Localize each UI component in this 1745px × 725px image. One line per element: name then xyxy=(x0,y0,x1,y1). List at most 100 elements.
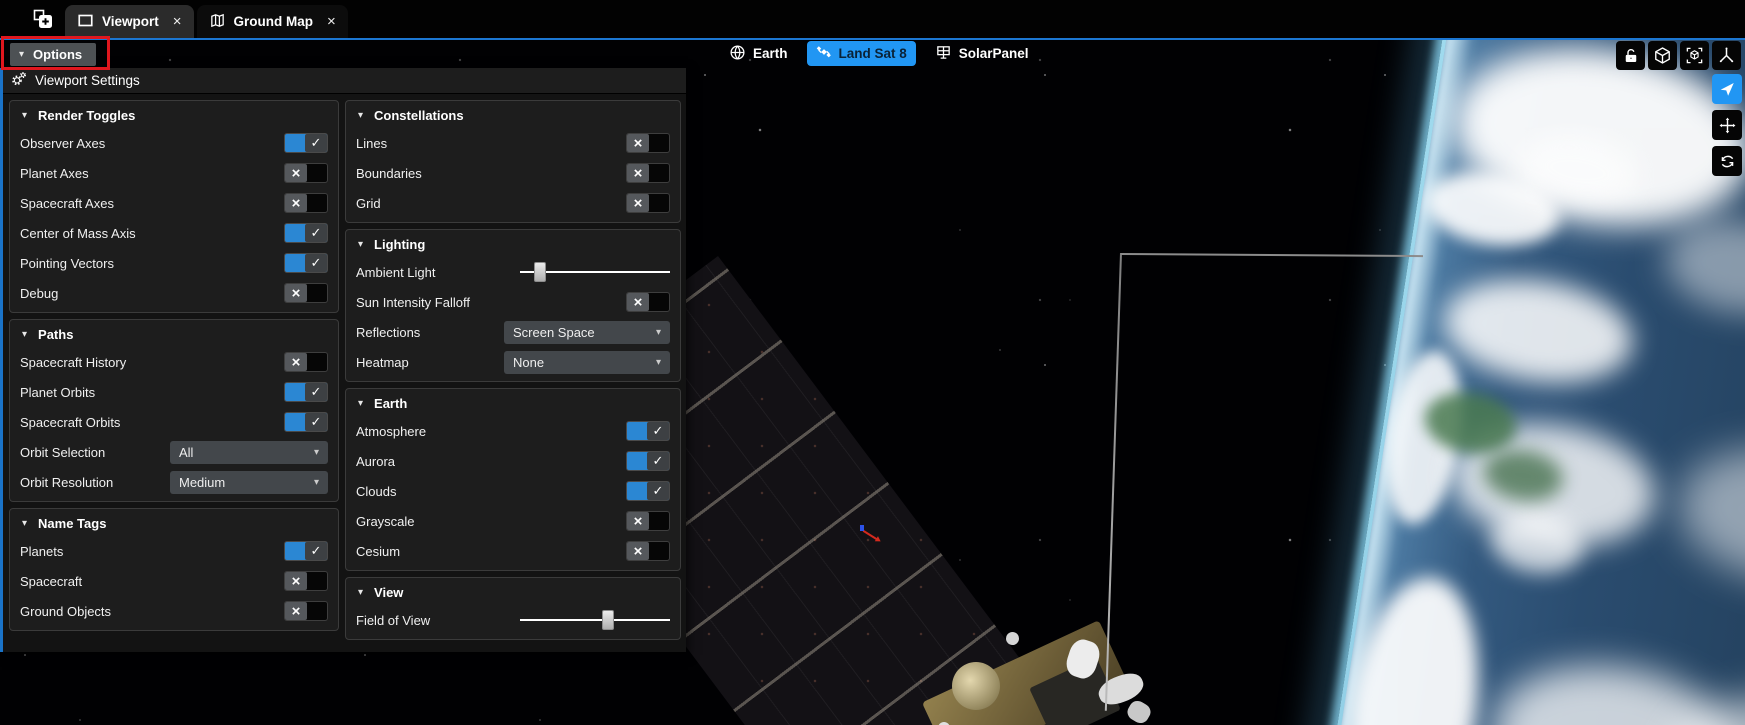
collapse-caret-icon[interactable]: ▾ xyxy=(22,329,27,340)
row-label: Cesium xyxy=(356,544,400,559)
toggle-grid[interactable]: × xyxy=(626,193,670,213)
select-reflections[interactable]: Screen Space▾ xyxy=(504,321,670,344)
collapse-caret-icon[interactable]: ▾ xyxy=(358,110,363,121)
collapse-caret-icon[interactable]: ▾ xyxy=(358,239,363,250)
close-tab-icon[interactable]: × xyxy=(327,13,336,30)
tab-ground-map[interactable]: Ground Map × xyxy=(197,5,348,38)
toggle-atmosphere[interactable]: ✓ xyxy=(626,421,670,441)
section-name-tags: ▾Name TagsPlanets✓Spacecraft×Ground Obje… xyxy=(9,508,339,631)
toggle-planets[interactable]: ✓ xyxy=(284,541,328,561)
slider-thumb[interactable] xyxy=(534,262,546,282)
x-icon: × xyxy=(627,512,649,530)
chevron-down-icon: ▾ xyxy=(314,477,319,488)
x-icon: × xyxy=(285,194,307,212)
tab-viewport[interactable]: Viewport × xyxy=(65,5,194,38)
section-view: ▾ViewField of View xyxy=(345,577,681,640)
toggle-planet-axes[interactable]: × xyxy=(284,163,328,183)
select-orbit-resolution[interactable]: Medium▾ xyxy=(170,471,328,494)
collapse-caret-icon[interactable]: ▾ xyxy=(358,587,363,598)
row-label: Planets xyxy=(20,544,63,559)
toggle-grayscale[interactable]: × xyxy=(626,511,670,531)
x-icon: × xyxy=(627,542,649,560)
toggle-spacecraft[interactable]: × xyxy=(284,571,328,591)
section-header[interactable]: ▾Name Tags xyxy=(18,511,330,536)
pan-icon[interactable] xyxy=(1712,110,1742,140)
settings-column-left: ▾Render TogglesObserver Axes✓Planet Axes… xyxy=(9,100,339,637)
panel-title-bar: Viewport Settings xyxy=(3,68,686,94)
section-header[interactable]: ▾ Earth xyxy=(354,391,672,416)
x-icon: × xyxy=(285,164,307,182)
section-lighting: ▾LightingAmbient LightSun Intensity Fall… xyxy=(345,229,681,382)
settings-row-orbit-selection: Orbit SelectionAll▾ xyxy=(18,437,330,467)
settings-row-ambient-light: Ambient Light xyxy=(354,257,672,287)
collapse-caret-icon[interactable]: ▾ xyxy=(358,398,363,409)
close-tab-icon[interactable]: × xyxy=(173,13,182,30)
toggle-spacecraft-history[interactable]: × xyxy=(284,352,328,372)
scene-button-label: Land Sat 8 xyxy=(839,46,907,61)
toggle-boundaries[interactable]: × xyxy=(626,163,670,183)
tab-label: Ground Map xyxy=(234,14,314,29)
settings-row-spacecraft-history: Spacecraft History × xyxy=(18,347,330,377)
row-label: Heatmap xyxy=(356,355,409,370)
toggle-debug[interactable]: × xyxy=(284,283,328,303)
tab-label: Viewport xyxy=(102,14,159,29)
row-label: Spacecraft Axes xyxy=(20,196,114,211)
scene-button-solarpanel[interactable]: SolarPanel xyxy=(926,41,1038,67)
check-icon: ✓ xyxy=(305,383,327,401)
section-title: Earth xyxy=(374,396,407,411)
select-value: Screen Space xyxy=(513,325,595,340)
frame-cube-icon[interactable] xyxy=(1680,41,1709,70)
section-header[interactable]: ▾Paths xyxy=(18,322,330,347)
check-icon: ✓ xyxy=(305,134,327,152)
section-header[interactable]: ▾Lighting xyxy=(354,232,672,257)
row-label: Grid xyxy=(356,196,381,211)
toggle-spacecraft-axes[interactable]: × xyxy=(284,193,328,213)
toggle-center-of-mass-axis[interactable]: ✓ xyxy=(284,223,328,243)
slider-track[interactable] xyxy=(520,619,670,621)
toggle-lines[interactable]: × xyxy=(626,133,670,153)
toggle-planet-orbits[interactable]: ✓ xyxy=(284,382,328,402)
orbit-icon[interactable] xyxy=(1712,146,1742,176)
toggle-cesium[interactable]: × xyxy=(626,541,670,561)
center-of-mass-marker xyxy=(860,525,864,531)
row-label: Spacecraft History xyxy=(20,355,126,370)
cube-icon[interactable] xyxy=(1648,41,1677,70)
row-label: Aurora xyxy=(356,454,395,469)
new-tab-button[interactable] xyxy=(26,5,60,37)
collapse-caret-icon[interactable]: ▾ xyxy=(22,518,27,529)
settings-row-spacecraft: Spacecraft× xyxy=(18,566,330,596)
select-heatmap[interactable]: None▾ xyxy=(504,351,670,374)
toggle-spacecraft-orbits[interactable]: ✓ xyxy=(284,412,328,432)
cloud xyxy=(1659,210,1745,324)
app-window: Viewport × Ground Map × ▾ Options Earth xyxy=(0,0,1745,725)
settings-row-lines: Lines× xyxy=(354,128,672,158)
section-header[interactable]: ▾ Render Toggles xyxy=(18,103,330,128)
collapse-caret-icon[interactable]: ▾ xyxy=(22,110,27,121)
slider-ambient-light[interactable] xyxy=(520,262,670,282)
slider-field-of-view[interactable] xyxy=(520,610,670,630)
select-orbit-selection[interactable]: All▾ xyxy=(170,441,328,464)
toggle-ground-objects[interactable]: × xyxy=(284,601,328,621)
settings-row-planet-axes: Planet Axes× xyxy=(18,158,330,188)
section-title: Render Toggles xyxy=(38,108,135,123)
section-title: Constellations xyxy=(374,108,464,123)
row-label: Grayscale xyxy=(356,514,415,529)
toggle-observer-axes[interactable]: ✓ xyxy=(284,133,328,153)
settings-row-pointing-vectors: Pointing Vectors✓ xyxy=(18,248,330,278)
navigate-icon[interactable] xyxy=(1712,74,1742,104)
scene-button-earth[interactable]: Earth xyxy=(720,41,797,67)
scene-button-land-sat-8[interactable]: Land Sat 8 xyxy=(807,41,916,66)
lock-open-icon[interactable] xyxy=(1616,41,1645,70)
toggle-pointing-vectors[interactable]: ✓ xyxy=(284,253,328,273)
settings-row-planet-orbits: Planet Orbits✓ xyxy=(18,377,330,407)
section-constellations: ▾ConstellationsLines×Boundaries×Grid× xyxy=(345,100,681,223)
axes-icon[interactable] xyxy=(1712,41,1741,70)
toggle-aurora[interactable]: ✓ xyxy=(626,451,670,471)
row-label: Clouds xyxy=(356,484,396,499)
toggle-sun-intensity-falloff[interactable]: × xyxy=(626,292,670,312)
slider-thumb[interactable] xyxy=(602,610,614,630)
section-header[interactable]: ▾ Constellations xyxy=(354,103,672,128)
panel-title: Viewport Settings xyxy=(35,73,140,88)
toggle-clouds[interactable]: ✓ xyxy=(626,481,670,501)
section-header[interactable]: ▾View xyxy=(354,580,672,605)
